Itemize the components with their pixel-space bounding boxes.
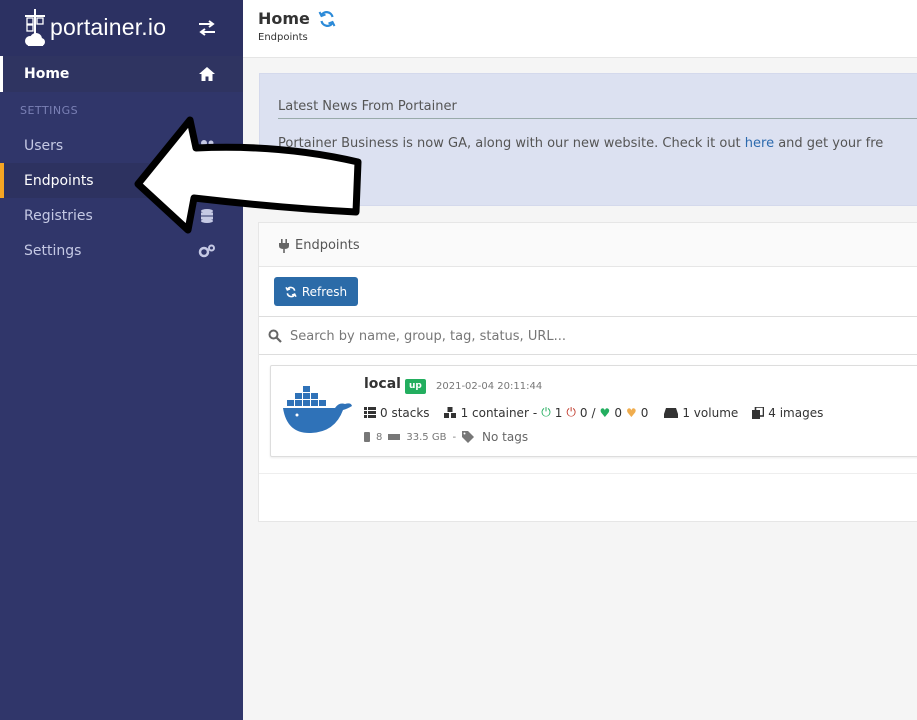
sidebar-item-users[interactable]: Users — [0, 128, 243, 163]
docker-logo-icon — [283, 386, 352, 434]
endpoint-timestamp: 2021-02-04 20:11:44 — [436, 381, 543, 392]
sidebar-item-settings[interactable]: Settings — [0, 233, 243, 268]
sidebar-item-label: Registries — [24, 207, 93, 224]
refresh-icon — [285, 286, 297, 297]
database-icon — [201, 209, 213, 223]
sidebar-item-home[interactable]: Home — [0, 56, 243, 92]
containers-stat: 1 container - ⏻ 1 ⏻ 0 / ♥ 0 ♥ 0 — [443, 405, 649, 420]
endpoints-panel: Endpoints Refresh Search by name, group,… — [258, 222, 917, 522]
logo-text: portainer.io — [50, 13, 167, 40]
news-text-part: and get your fre — [774, 136, 884, 151]
panel-footer-divider — [259, 473, 917, 474]
separator: / — [591, 405, 596, 420]
news-text-part: Portainer Business is now GA, along with… — [278, 136, 745, 151]
page-header: Home Endpoints — [243, 0, 917, 58]
portainer-logo[interactable]: portainer.io — [22, 5, 166, 49]
endpoint-name: local — [364, 376, 401, 392]
news-text-part: ent — [278, 153, 304, 168]
main-content: Home Endpoints Latest News From Portaine… — [243, 0, 917, 720]
clone-icon — [752, 406, 765, 419]
endpoint-stats: 0 stacks 1 container - ⏻1 ⏻0 / ♥0 ♥0 — [364, 405, 837, 420]
containers-count: 1 container — [460, 405, 529, 420]
cpu-count: 8 — [376, 431, 383, 443]
separator: - — [532, 405, 538, 420]
volumes-stat: 1 volume — [664, 406, 738, 420]
sidebar-nav: Home SETTINGS Users Endpoints Registries — [0, 56, 243, 268]
news-text: Portainer Business is now GA, along with… — [278, 134, 917, 153]
power-off-icon: ⏻ — [566, 405, 576, 419]
sidebar-item-label: Settings — [24, 242, 82, 259]
news-divider — [278, 118, 917, 119]
memory-chip-icon — [364, 432, 370, 442]
search-bar — [259, 316, 917, 355]
news-title: Latest News From Portainer — [278, 99, 457, 114]
cogs-icon — [198, 244, 215, 258]
endpoints-panel-header: Endpoints — [259, 223, 917, 267]
cubes-icon — [443, 407, 456, 418]
refresh-button-label: Refresh — [301, 284, 348, 299]
hdd-icon — [664, 407, 679, 418]
search-input[interactable] — [290, 326, 890, 346]
refresh-icon[interactable] — [318, 10, 336, 28]
sidebar: portainer.io Home SETTINGS Users Endpoin… — [0, 0, 243, 720]
panel-title: Endpoints — [295, 238, 360, 253]
sidebar-item-registries[interactable]: Registries — [0, 198, 243, 233]
memory-icon — [388, 434, 401, 440]
separator: - — [452, 431, 457, 443]
endpoint-meta: 8 33.5 GB - No tags — [364, 430, 528, 444]
users-icon — [199, 140, 214, 152]
plug-icon — [279, 239, 289, 253]
sidebar-item-label: Home — [24, 66, 70, 82]
home-icon — [199, 67, 215, 81]
news-link-here[interactable]: here — [745, 136, 774, 151]
portainer-logo-icon — [25, 9, 45, 46]
news-text-line2: ent here. — [278, 153, 337, 168]
brand-bar: portainer.io — [0, 0, 243, 56]
news-text-part: . — [332, 153, 337, 168]
heartbeat-icon: ♥ — [599, 405, 611, 420]
status-badge: up — [405, 379, 426, 394]
th-list-icon — [364, 407, 376, 418]
power-on-icon: ⏻ — [541, 405, 551, 419]
search-icon — [268, 329, 282, 343]
tags-icon — [462, 431, 475, 443]
sidebar-item-endpoints[interactable]: Endpoints — [0, 163, 243, 198]
news-link-here-2[interactable]: here — [303, 153, 332, 168]
stopped-count: 0 — [579, 405, 588, 420]
healthy-count: 0 — [614, 405, 622, 420]
refresh-button[interactable]: Refresh — [274, 277, 358, 306]
sidebar-item-label: Users — [24, 137, 64, 154]
sidebar-toggle-icon[interactable] — [197, 20, 217, 36]
sidebar-item-label: Endpoints — [24, 172, 94, 189]
endpoint-card-local[interactable]: local up 2021-02-04 20:11:44 0 stacks 1 … — [270, 365, 917, 457]
memory-size: 33.5 GB — [406, 431, 447, 443]
images-stat: 4 images — [752, 406, 823, 420]
sidebar-section-settings: SETTINGS — [20, 103, 79, 117]
unhealthy-count: 0 — [640, 405, 649, 420]
stacks-count: 0 stacks — [380, 405, 430, 420]
breadcrumb: Endpoints — [258, 32, 308, 43]
images-count: 4 images — [768, 405, 824, 420]
stacks-stat: 0 stacks — [364, 406, 430, 420]
running-count: 1 — [554, 405, 563, 420]
news-panel: Latest News From Portainer Portainer Bus… — [259, 73, 917, 206]
heartbeat-unhealthy-icon: ♥ — [625, 405, 637, 420]
volumes-count: 1 volume — [682, 405, 739, 420]
page-title: Home — [258, 9, 310, 28]
endpoint-tags: No tags — [482, 430, 529, 444]
